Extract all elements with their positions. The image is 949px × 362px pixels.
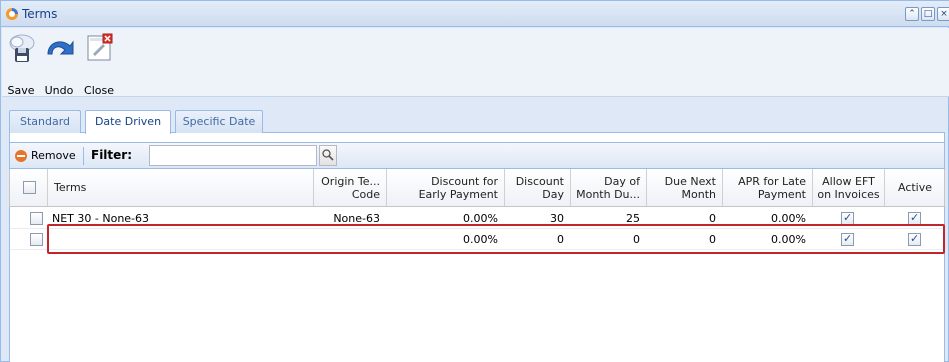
column-header-terms[interactable]: Terms bbox=[48, 169, 314, 206]
maximize-button[interactable]: □ bbox=[921, 7, 935, 21]
highlight-box bbox=[47, 224, 945, 254]
grid-toolbar: Remove Filter: bbox=[9, 142, 945, 169]
terms-window: Terms ⌃ □ × Save Undo Close Standard Dat… bbox=[0, 0, 949, 362]
title-bar: Terms ⌃ □ × bbox=[1, 1, 949, 27]
select-all-header[interactable] bbox=[10, 169, 48, 206]
tab-date-driven[interactable]: Date Driven bbox=[85, 110, 171, 134]
close-icon bbox=[87, 33, 113, 61]
close-button[interactable]: Close bbox=[83, 32, 115, 97]
toolbar-separator bbox=[83, 147, 84, 165]
row-select-checkbox[interactable] bbox=[30, 212, 43, 225]
filter-label: Filter: bbox=[91, 148, 133, 162]
remove-label: Remove bbox=[31, 149, 76, 162]
undo-button[interactable]: Undo bbox=[42, 32, 76, 97]
filter-input[interactable] bbox=[149, 145, 317, 166]
column-header-active[interactable]: Active bbox=[885, 169, 945, 206]
column-header-due-next-month[interactable]: Due Next Month bbox=[647, 169, 723, 206]
close-window-button[interactable]: × bbox=[937, 7, 949, 21]
save-button[interactable]: Save bbox=[7, 32, 35, 97]
remove-icon bbox=[15, 150, 27, 162]
column-header-origin-code[interactable]: Origin Te... Code bbox=[314, 169, 387, 206]
app-logo-icon bbox=[6, 8, 18, 20]
column-header-discount[interactable]: Discount for Early Payment bbox=[387, 169, 505, 206]
tab-standard[interactable]: Standard bbox=[9, 110, 81, 133]
row-select-checkbox[interactable] bbox=[30, 233, 43, 246]
filter-search-button[interactable] bbox=[319, 145, 337, 166]
close-label: Close bbox=[84, 84, 114, 97]
tab-strip: Standard Date Driven Specific Date bbox=[9, 110, 945, 134]
column-header-allow-eft[interactable]: Allow EFT on Invoices bbox=[813, 169, 885, 206]
tab-specific-date[interactable]: Specific Date bbox=[175, 110, 263, 133]
window-title: Terms bbox=[22, 7, 58, 21]
collapse-button[interactable]: ⌃ bbox=[905, 7, 919, 21]
undo-label: Undo bbox=[44, 84, 74, 97]
main-toolbar: Save Undo Close bbox=[2, 28, 949, 97]
column-header-apr[interactable]: APR for Late Payment bbox=[723, 169, 813, 206]
select-all-checkbox[interactable] bbox=[23, 181, 36, 194]
save-icon bbox=[9, 34, 35, 62]
grid-header: Terms Origin Te... Code Discount for Ear… bbox=[9, 169, 945, 207]
search-icon bbox=[322, 149, 334, 161]
save-label: Save bbox=[7, 84, 35, 97]
column-header-day-of-month[interactable]: Day of Month Du... bbox=[571, 169, 647, 206]
undo-icon bbox=[47, 40, 74, 55]
column-header-discount-day[interactable]: Discount Day bbox=[505, 169, 571, 206]
